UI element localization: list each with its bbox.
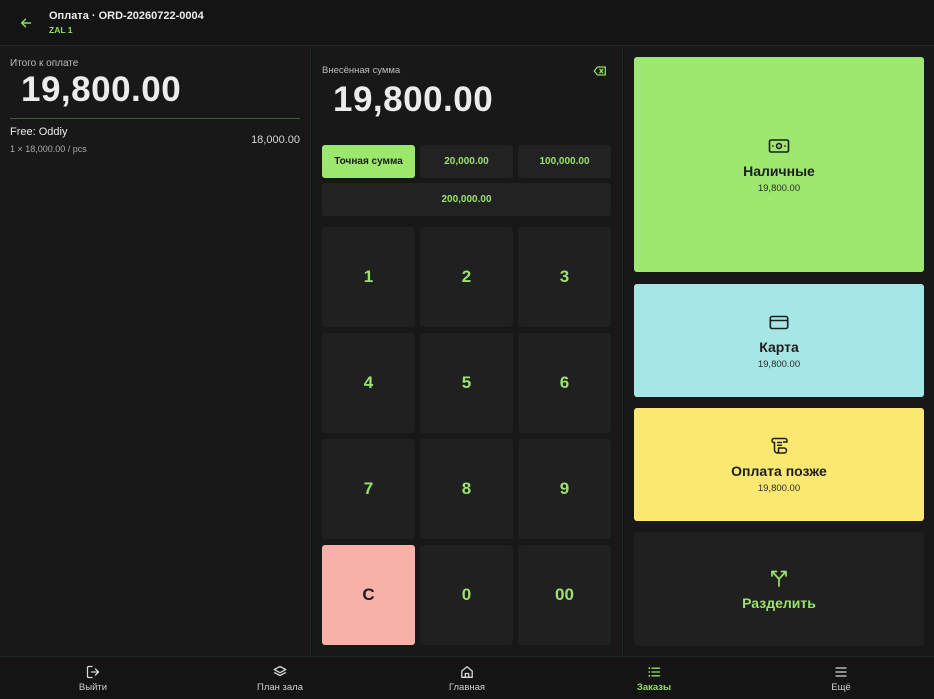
- backspace-button[interactable]: [593, 64, 607, 76]
- cash-label: Наличные: [743, 163, 815, 179]
- item-sum: 18,000.00: [251, 134, 300, 146]
- payment-methods-panel: Наличные 19,800.00 Карта 19,800.00 Оплат…: [624, 46, 934, 656]
- page-title: Оплата · ORD-20260722-0004: [49, 10, 204, 22]
- nav-logout-label: Выйти: [78, 681, 108, 693]
- nav-home-label: Главная: [448, 681, 486, 693]
- nav-floor-plan-label: План зала: [256, 681, 303, 693]
- cash-amount: 19,800.00: [757, 183, 801, 194]
- total-label: Итого к оплате: [10, 58, 79, 69]
- key-3[interactable]: 3: [518, 227, 611, 327]
- key-7[interactable]: 7: [322, 439, 415, 539]
- key-1[interactable]: 1: [322, 227, 415, 327]
- split-bill-button[interactable]: Разделить: [634, 532, 924, 646]
- item-quantity: 1 × 18,000.00 / pcs: [10, 144, 87, 154]
- back-button[interactable]: [16, 13, 36, 33]
- list-icon: [647, 665, 661, 679]
- cash-icon: [768, 135, 790, 157]
- pay-later-button[interactable]: Оплата позже 19,800.00: [634, 408, 924, 521]
- entered-amount: 19,800.00: [333, 80, 494, 119]
- credit-card-icon: [768, 311, 790, 333]
- receipt-scroll-icon: [768, 435, 790, 457]
- order-summary-panel: Итого к оплате 19,800.00 Free: Oddiy 1 ×…: [0, 46, 311, 656]
- nav-home[interactable]: Главная: [407, 657, 527, 699]
- top-bar: Оплата · ORD-20260722-0004 ZAL 1: [0, 0, 934, 46]
- quick-amount-button[interactable]: 20,000.00: [420, 145, 513, 178]
- item-name: Free: Oddiy: [10, 126, 68, 138]
- split-arrows-icon: [768, 567, 790, 589]
- quick-amount-button[interactable]: 200,000.00: [322, 183, 611, 216]
- key-8[interactable]: 8: [420, 439, 513, 539]
- cash-payment-button[interactable]: Наличные 19,800.00: [634, 57, 924, 272]
- total-amount: 19,800.00: [21, 70, 182, 109]
- arrow-left-icon: [21, 18, 32, 27]
- bottom-navigation: Выйти План зала Главная Заказы Ещё: [0, 656, 934, 699]
- nav-orders-label: Заказы: [636, 681, 672, 693]
- key-clear[interactable]: C: [322, 545, 415, 645]
- quick-amount-button[interactable]: 100,000.00: [518, 145, 611, 178]
- menu-icon: [834, 665, 848, 679]
- nav-floor-plan[interactable]: План зала: [220, 657, 340, 699]
- key-4[interactable]: 4: [322, 333, 415, 433]
- divider: [10, 118, 300, 119]
- backspace-icon: [593, 66, 606, 76]
- nav-logout[interactable]: Выйти: [33, 657, 153, 699]
- key-2[interactable]: 2: [420, 227, 513, 327]
- header-titles: Оплата · ORD-20260722-0004 ZAL 1: [49, 9, 204, 36]
- key-0[interactable]: 0: [420, 545, 513, 645]
- home-icon: [460, 665, 474, 679]
- pay-later-amount: 19,800.00: [757, 483, 801, 494]
- hall-name: ZAL 1: [49, 25, 73, 35]
- key-5[interactable]: 5: [420, 333, 513, 433]
- card-amount: 19,800.00: [757, 359, 801, 370]
- card-label: Карта: [759, 339, 799, 355]
- split-label: Разделить: [742, 594, 816, 611]
- order-line-item: Free: Oddiy 1 × 18,000.00 / pcs 18,000.0…: [10, 126, 300, 162]
- logout-icon: [86, 665, 100, 679]
- nav-orders[interactable]: Заказы: [594, 657, 714, 699]
- nav-more[interactable]: Ещё: [781, 657, 901, 699]
- nav-more-label: Ещё: [831, 681, 851, 693]
- pay-later-label: Оплата позже: [731, 463, 827, 479]
- key-9[interactable]: 9: [518, 439, 611, 539]
- entered-amount-label: Внесённая сумма: [322, 65, 401, 76]
- key-00[interactable]: 00: [518, 545, 611, 645]
- exact-amount-button[interactable]: Точная сумма: [322, 145, 415, 178]
- layers-icon: [273, 665, 287, 679]
- key-6[interactable]: 6: [518, 333, 611, 433]
- card-payment-button[interactable]: Карта 19,800.00: [634, 284, 924, 397]
- amount-entry-panel: Внесённая сумма 19,800.00 Точная сумма 2…: [312, 46, 623, 656]
